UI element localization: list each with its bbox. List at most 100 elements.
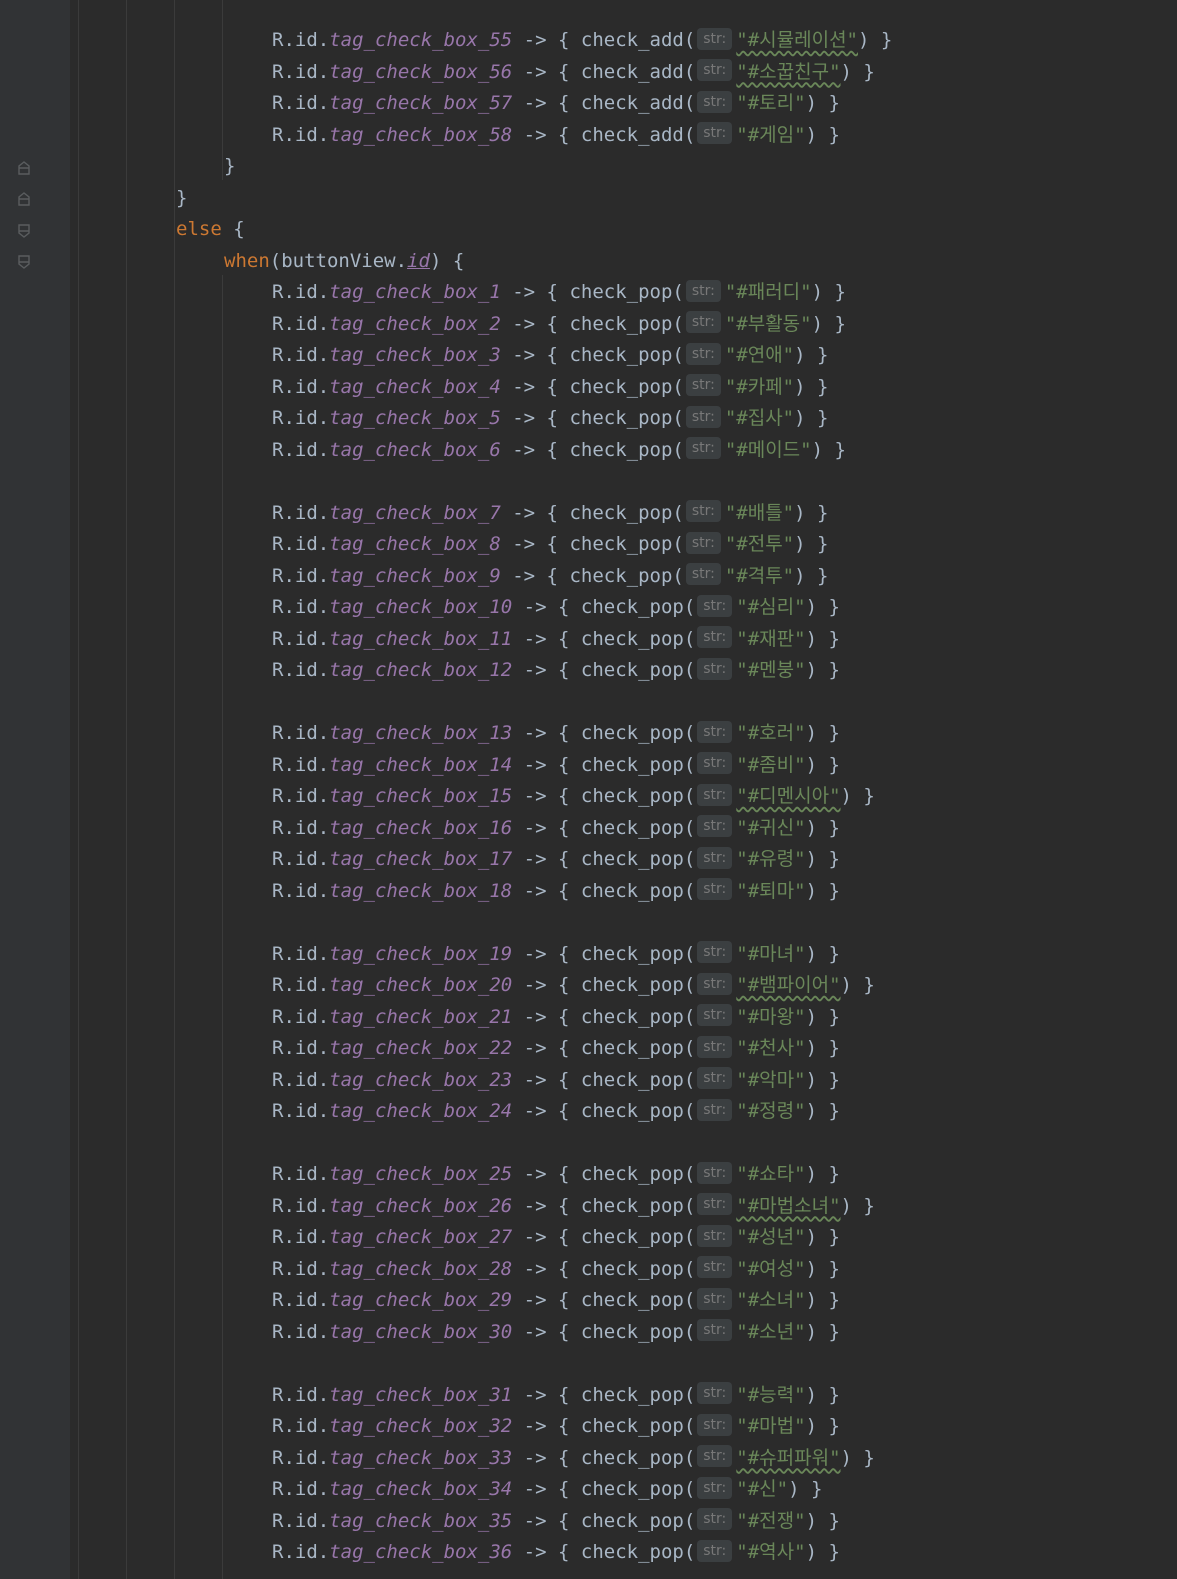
param-hint: str:	[697, 1193, 733, 1215]
code-line[interactable]: R.id.tag_check_box_31 -> { check_pop(str…	[272, 1380, 840, 1412]
code-line[interactable]: R.id.tag_check_box_22 -> { check_pop(str…	[272, 1033, 840, 1065]
view-id: tag_check_box_26	[329, 1194, 513, 1217]
when-expr-end: ) {	[429, 249, 465, 272]
arrow: -> {	[512, 123, 581, 146]
code-line[interactable]: R.id.tag_check_box_23 -> { check_pop(str…	[272, 1065, 840, 1097]
string-literal: "#천사"	[736, 1037, 806, 1059]
code-line[interactable]: R.id.tag_check_box_1 -> { check_pop(str:…	[272, 277, 846, 309]
code-line[interactable]: R.id.tag_check_box_17 -> { check_pop(str…	[272, 844, 840, 876]
code-line[interactable]: R.id.tag_check_box_26 -> { check_pop(str…	[272, 1191, 875, 1223]
code-line[interactable]: R.id.tag_check_box_8 -> { check_pop(str:…	[272, 529, 828, 561]
close-paren: ) }	[805, 1068, 840, 1091]
close-paren: ) }	[794, 564, 829, 587]
view-id: tag_check_box_1	[329, 281, 501, 303]
arrow: -> {	[512, 1541, 581, 1563]
code-line[interactable]: R.id.tag_check_box_6 -> { check_pop(str:…	[272, 435, 846, 467]
string-literal: "#전쟁"	[736, 1509, 806, 1532]
code-line[interactable]: R.id.tag_check_box_3 -> { check_pop(str:…	[272, 340, 828, 372]
close-paren: ) }	[805, 659, 840, 681]
id-prefix: R.id.	[272, 1194, 330, 1217]
id-prefix: R.id.	[272, 1383, 330, 1406]
close-paren: ) }	[840, 60, 875, 83]
id-prefix: R.id.	[272, 1163, 330, 1185]
arrow: -> {	[512, 1257, 581, 1280]
arrow: -> {	[512, 1478, 581, 1500]
view-id: tag_check_box_3	[329, 344, 501, 366]
arrow: -> {	[512, 1415, 581, 1437]
code-line[interactable]: R.id.tag_check_box_34 -> { check_pop(str…	[272, 1474, 822, 1506]
code-line[interactable]: R.id.tag_check_box_4 -> { check_pop(str:…	[272, 372, 828, 404]
view-id: tag_check_box_12	[329, 659, 513, 681]
function-call: check_add(	[580, 92, 696, 114]
close-paren: ) }	[794, 533, 829, 555]
function-call: check_pop(	[580, 1163, 696, 1185]
close-brace: }	[224, 155, 236, 177]
code-line[interactable]: R.id.tag_check_box_30 -> { check_pop(str…	[272, 1317, 840, 1349]
function-call: check_pop(	[569, 281, 684, 303]
close-paren: ) }	[805, 722, 840, 744]
close-paren: ) }	[805, 816, 840, 839]
code-line[interactable]: R.id.tag_check_box_24 -> { check_pop(str…	[272, 1096, 840, 1128]
code-line[interactable]: R.id.tag_check_box_28 -> { check_pop(str…	[272, 1254, 840, 1286]
code-line[interactable]: R.id.tag_check_box_10 -> { check_pop(str…	[272, 592, 840, 624]
close-paren: ) }	[805, 1163, 840, 1185]
param-hint: str:	[685, 437, 721, 459]
code-line[interactable]: R.id.tag_check_box_57 -> { check_add(str…	[272, 88, 840, 120]
string-literal: "#마녀"	[736, 942, 806, 965]
close-paren: ) }	[805, 1226, 840, 1248]
view-id: tag_check_box_10	[329, 596, 513, 618]
code-line[interactable]: R.id.tag_check_box_56 -> { check_add(str…	[272, 57, 875, 89]
id-prefix: R.id.	[272, 123, 330, 146]
arrow: -> {	[512, 974, 581, 996]
code-line[interactable]: R.id.tag_check_box_29 -> { check_pop(str…	[272, 1285, 840, 1317]
string-literal: "#여성"	[736, 1257, 806, 1280]
string-literal: "#호러"	[736, 722, 806, 744]
code-line[interactable]: R.id.tag_check_box_55 -> { check_add(str…	[272, 25, 892, 57]
close-paren: ) }	[805, 1320, 840, 1343]
arrow: -> {	[512, 1194, 581, 1217]
id-prefix: R.id.	[272, 1289, 330, 1311]
view-id: tag_check_box_28	[329, 1257, 513, 1280]
id-prefix: R.id.	[272, 942, 330, 965]
view-id: tag_check_box_8	[329, 533, 501, 555]
param-hint: str:	[697, 657, 733, 680]
function-call: check_pop(	[580, 627, 696, 650]
arrow: -> {	[512, 60, 581, 83]
code-line[interactable]: R.id.tag_check_box_5 -> { check_pop(str:…	[272, 403, 828, 435]
code-editor[interactable]: R.id.tag_check_box_55 -> { check_add(str…	[0, 0, 1177, 1579]
code-line[interactable]: R.id.tag_check_box_16 -> { check_pop(str…	[272, 813, 840, 845]
code-line[interactable]: R.id.tag_check_box_33 -> { check_pop(str…	[272, 1443, 875, 1475]
string-literal: "#부활동"	[724, 312, 812, 335]
function-call: check_pop(	[580, 1289, 696, 1311]
close-paren: ) }	[858, 29, 893, 51]
code-line[interactable]: R.id.tag_check_box_32 -> { check_pop(str…	[272, 1411, 840, 1443]
code-line[interactable]: R.id.tag_check_box_36 -> { check_pop(str…	[272, 1537, 840, 1569]
code-line[interactable]: R.id.tag_check_box_19 -> { check_pop(str…	[272, 939, 840, 971]
code-line[interactable]: R.id.tag_check_box_2 -> { check_pop(str:…	[272, 309, 846, 341]
code-line[interactable]: R.id.tag_check_box_13 -> { check_pop(str…	[272, 718, 840, 750]
close-paren: ) }	[840, 974, 875, 996]
view-id: tag_check_box_5	[329, 407, 501, 429]
string-literal: "#토리"	[736, 92, 806, 114]
view-id: tag_check_box_20	[329, 974, 513, 996]
code-line[interactable]: R.id.tag_check_box_7 -> { check_pop(str:…	[272, 498, 828, 530]
code-line[interactable]: R.id.tag_check_box_15 -> { check_pop(str…	[272, 781, 875, 813]
function-call: check_pop(	[580, 816, 696, 839]
code-line[interactable]: R.id.tag_check_box_9 -> { check_pop(str:…	[272, 561, 828, 593]
close-paren: ) }	[805, 123, 840, 146]
view-id: tag_check_box_19	[329, 942, 513, 965]
string-literal: "#연애"	[724, 344, 795, 366]
code-line[interactable]: R.id.tag_check_box_18 -> { check_pop(str…	[272, 876, 840, 908]
code-line[interactable]: R.id.tag_check_box_27 -> { check_pop(str…	[272, 1222, 840, 1254]
view-id: tag_check_box_15	[329, 785, 513, 807]
code-line[interactable]: R.id.tag_check_box_12 -> { check_pop(str…	[272, 655, 840, 687]
code-line[interactable]: R.id.tag_check_box_14 -> { check_pop(str…	[272, 750, 840, 782]
id-prefix: R.id.	[272, 281, 330, 303]
code-line[interactable]: R.id.tag_check_box_25 -> { check_pop(str…	[272, 1159, 840, 1191]
code-line[interactable]: R.id.tag_check_box_58 -> { check_add(str…	[272, 120, 840, 152]
code-line[interactable]: R.id.tag_check_box_20 -> { check_pop(str…	[272, 970, 875, 1002]
code-line[interactable]: R.id.tag_check_box_11 -> { check_pop(str…	[272, 624, 840, 656]
code-line[interactable]: R.id.tag_check_box_21 -> { check_pop(str…	[272, 1002, 840, 1034]
close-brace: }	[176, 186, 188, 209]
code-line[interactable]: R.id.tag_check_box_35 -> { check_pop(str…	[272, 1506, 840, 1538]
